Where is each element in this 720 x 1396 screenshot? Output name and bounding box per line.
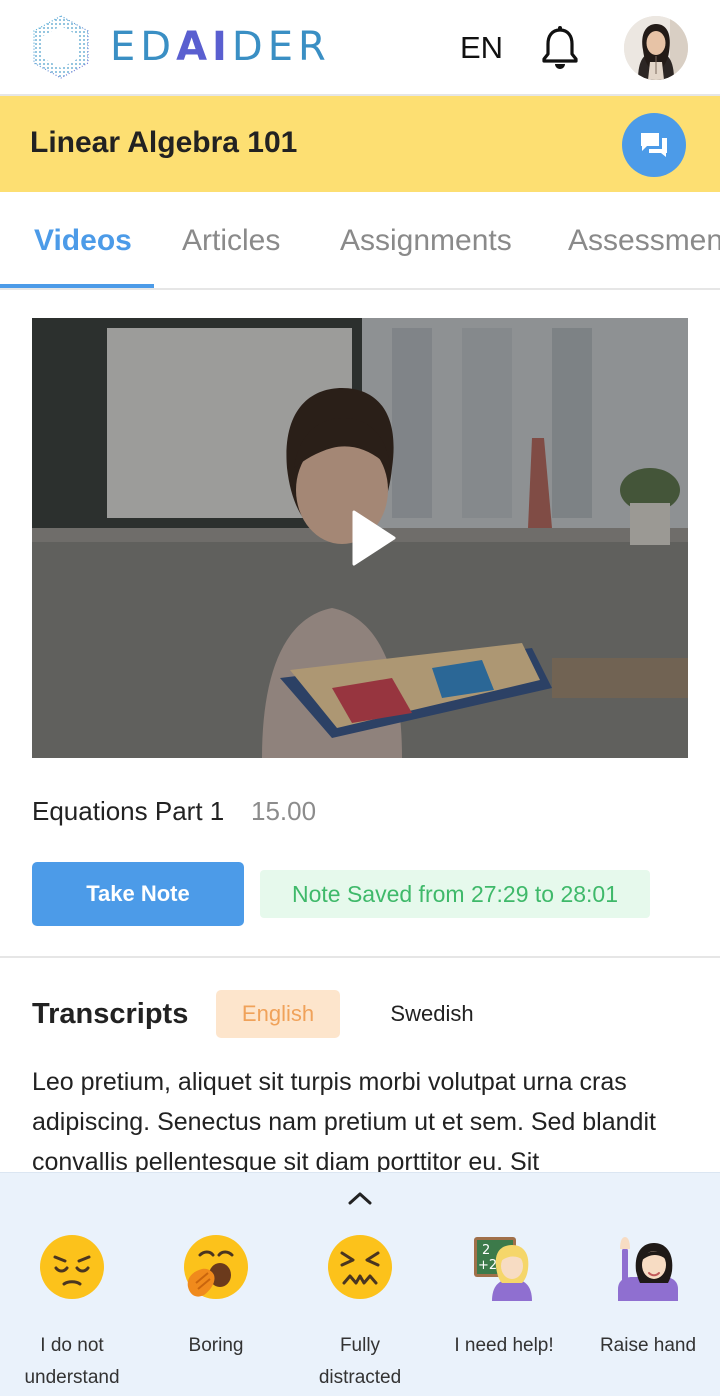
pensive-face-icon [40,1235,104,1299]
course-header: Linear Algebra 101 [0,96,720,192]
raise-hand-icon [618,1237,678,1301]
play-icon[interactable] [350,510,396,566]
transcript-text: Leo pretium, aliquet sit turpis morbi vo… [32,1068,656,1176]
bell-icon[interactable] [540,26,580,70]
svg-text:2: 2 [482,1243,490,1258]
transcript-language-english[interactable]: English [216,990,340,1038]
reaction-label: I do not understand [24,1335,120,1388]
chevron-up-icon[interactable] [346,1189,374,1207]
reaction-label: Raise hand [599,1335,697,1356]
user-portrait-icon [624,16,688,80]
chat-icon [641,133,667,157]
note-saved-status: Note Saved from 27:29 to 28:01 [260,870,650,918]
tab-assessments[interactable]: Assessmen [568,224,720,258]
brand-logo[interactable]: EDAIDER [30,14,331,80]
reaction-distracted[interactable]: Fully distracted [288,1233,432,1394]
reaction-label: I need help! [454,1335,554,1356]
tab-articles[interactable]: Articles [182,224,280,258]
svg-text:+2: +2 [478,1258,497,1273]
language-selector[interactable]: EN [460,30,503,66]
teacher-icon: 2 +2 [474,1237,532,1301]
reaction-label: Fully distracted [318,1335,402,1388]
reaction-panel: I do not understand Boring Fully distracte… [0,1172,720,1396]
top-bar: EDAIDER EN [0,0,720,96]
transcript-language-swedish[interactable]: Swedish [370,990,494,1038]
course-title: Linear Algebra 101 [30,126,298,159]
tab-assignments[interactable]: Assignments [340,224,512,258]
reaction-label: Boring [188,1335,244,1356]
yawning-face-icon [184,1235,248,1299]
active-tab-indicator [0,284,154,288]
tab-videos[interactable]: Videos [34,224,132,258]
video-title: Equations Part 1 [32,796,225,826]
reaction-need-help[interactable]: 2 +2 I need help! [432,1233,576,1362]
content-tabs: Videos Articles Assignments Assessmen [0,192,720,290]
section-divider [0,956,720,958]
video-duration: 15.00 [251,796,317,826]
confounded-face-icon [328,1235,392,1299]
take-note-button[interactable]: Take Note [32,862,244,926]
brand-wordmark: EDAIDER [110,24,331,70]
reaction-not-understand[interactable]: I do not understand [0,1233,144,1394]
hexagon-logo-icon [33,15,89,79]
reaction-raise-hand[interactable]: Raise hand [576,1233,720,1362]
user-avatar[interactable] [624,16,688,80]
chat-button[interactable] [622,113,686,177]
reaction-boring[interactable]: Boring [144,1233,288,1362]
transcripts-heading: Transcripts [32,998,189,1030]
